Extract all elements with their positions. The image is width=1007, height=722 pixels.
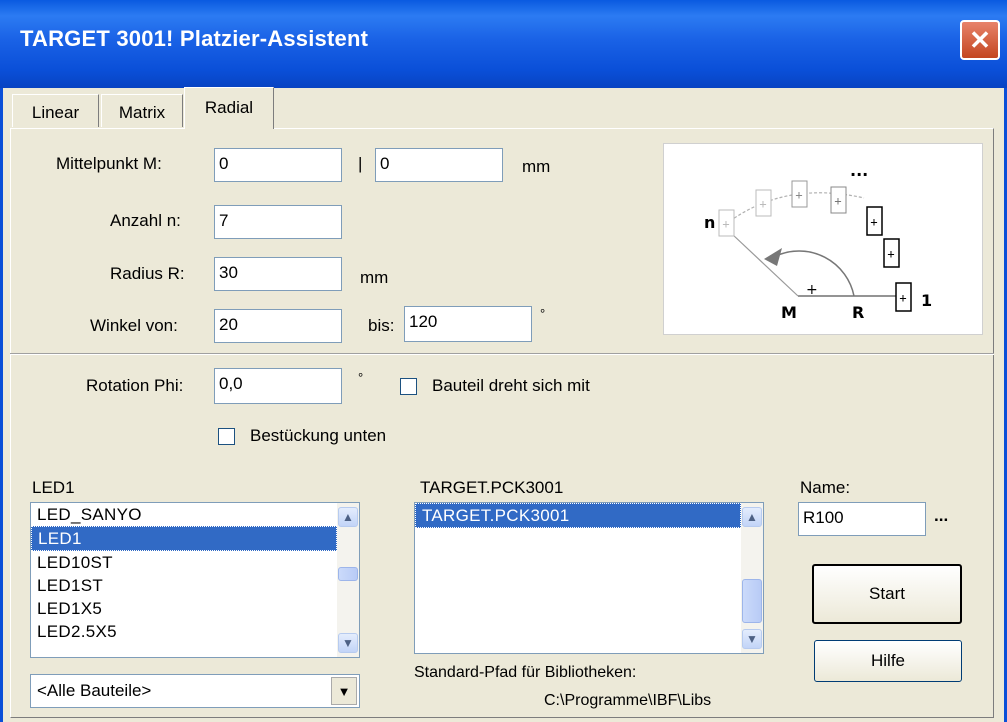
radial-diagram: + + + + + + + + n M R 1 ... [663,143,983,335]
list-item[interactable]: LED10ST [31,551,359,574]
library-path-label: Standard-Pfad für Bibliotheken: [414,664,637,681]
library-scrollbar[interactable]: ▲ ▼ [741,503,763,653]
rotation-unit: ° [358,370,364,385]
scroll-thumb[interactable] [742,579,762,623]
library-header: TARGET.PCK3001 [420,478,564,497]
angle-unit: ° [540,306,546,321]
window-title: TARGET 3001! Platzier-Assistent [20,26,369,51]
tab-matrix[interactable]: Matrix [101,94,183,127]
radial-diagram-graphic: + + + + + + + + n M R 1 ... [704,161,932,322]
close-button[interactable]: ✕ [960,20,1000,60]
svg-text:+: + [795,188,802,202]
radius-input[interactable]: 30 [214,257,342,291]
diagram-label-n: n [704,213,715,232]
scroll-down-icon[interactable]: ▼ [742,629,762,649]
list-item-selected[interactable]: LED1 [31,526,337,551]
start-button[interactable]: Start [812,564,962,624]
tab-linear-label: Linear [31,103,80,122]
list-item[interactable]: LED2.5X5 [31,620,359,643]
rotate-with-checkbox[interactable] [400,378,417,395]
list-item-selected[interactable]: TARGET.PCK3001 [415,503,741,528]
component-filter-select[interactable]: <Alle Bauteile> ▼ [30,674,360,708]
rotate-with-label: Bauteil dreht sich mit [432,376,590,395]
rotation-input[interactable]: 0,0 [214,368,342,404]
center-y-input[interactable]: 0 [375,148,503,182]
svg-text:+: + [887,247,894,261]
diagram-label-m: M [781,303,797,322]
diagram-label-dots: ... [850,161,868,180]
help-button[interactable]: Hilfe [814,640,962,682]
svg-text:+: + [870,215,877,229]
library-path-value: C:\Programme\IBF\Libs [544,692,712,709]
radius-unit: mm [360,268,389,287]
name-input[interactable]: R100 [798,502,926,536]
svg-text:+: + [759,197,766,211]
diagram-label-r: R [852,303,864,322]
center-x-input[interactable]: 0 [214,148,342,182]
tab-radial[interactable]: Radial [184,87,274,129]
scroll-down-icon[interactable]: ▼ [338,633,358,653]
components-header: LED1 [32,478,75,497]
component-list[interactable]: LED_SANYO LED1 LED10ST LED1ST LED1X5 LED… [30,502,360,658]
svg-text:+: + [899,291,906,305]
scroll-up-icon[interactable]: ▲ [742,507,762,527]
angle-to-input[interactable]: 120 [404,306,532,342]
scroll-thumb[interactable] [338,567,358,581]
list-item[interactable]: LED_SANYO [31,503,359,526]
count-label: Anzahl n: [110,211,181,230]
name-more: ... [934,506,949,525]
tab-matrix-label: Matrix [118,103,166,122]
bottom-placement-checkbox[interactable] [218,428,235,445]
svg-text:+: + [834,194,841,208]
angle-to-label: bis: [368,316,395,335]
component-filter-value: <Alle Bauteile> [37,681,152,700]
diagram-label-1: 1 [921,291,932,310]
angle-from-label: Winkel von: [90,316,178,335]
chevron-down-icon[interactable]: ▼ [331,677,357,705]
separator-line [10,353,994,355]
component-scrollbar[interactable]: ▲ ▼ [337,503,359,657]
scroll-up-icon[interactable]: ▲ [338,507,358,527]
tab-linear[interactable]: Linear [12,94,99,127]
tab-radial-label: Radial [204,98,254,117]
svg-text:+: + [722,217,729,231]
diagram-box [718,180,847,237]
center-label: Mittelpunkt M: [56,154,162,173]
svg-text:+: + [806,282,818,298]
center-unit: mm [522,157,551,176]
close-icon: ✕ [969,25,991,55]
bottom-placement-label: Bestückung unten [250,426,387,445]
list-item[interactable]: LED1X5 [31,597,359,620]
name-label: Name: [800,478,851,497]
library-list[interactable]: TARGET.PCK3001 ▲ ▼ [414,502,764,654]
list-item[interactable]: LED1ST [31,574,359,597]
count-input[interactable]: 7 [214,205,342,239]
center-separator: | [358,154,363,173]
radius-label: Radius R: [110,264,185,283]
rotation-label: Rotation Phi: [86,376,184,395]
angle-from-input[interactable]: 20 [214,309,342,343]
